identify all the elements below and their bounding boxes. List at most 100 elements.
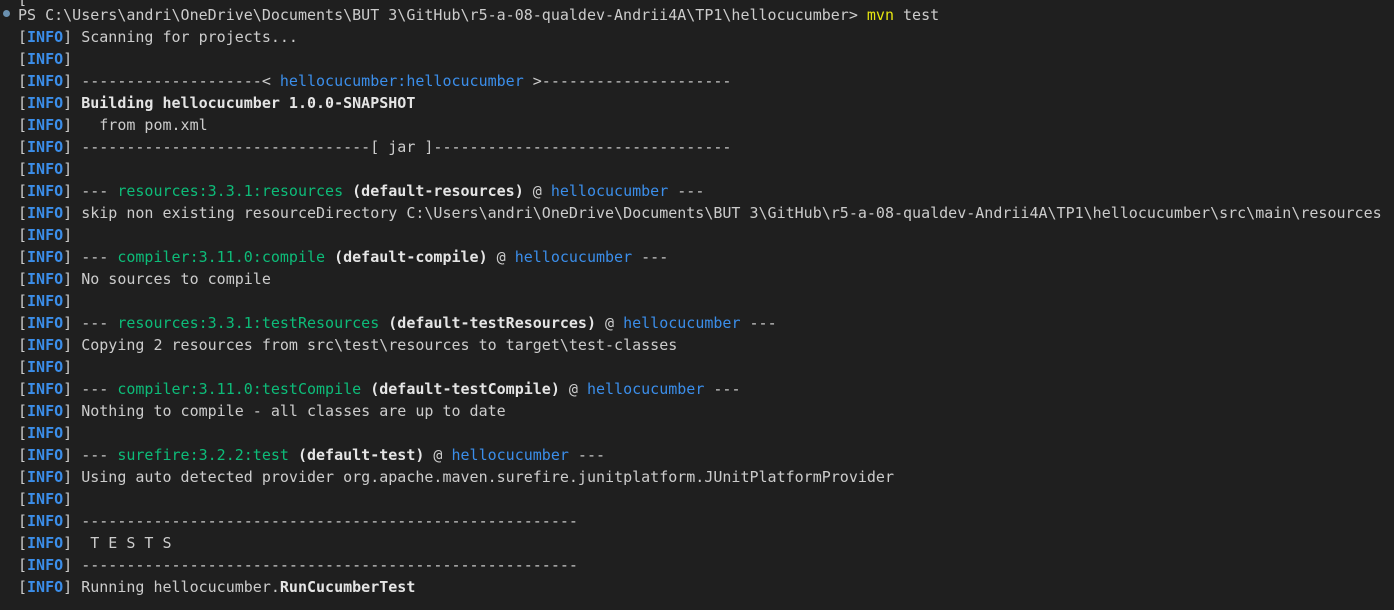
log-separator — [72, 556, 81, 574]
log-prefix-close: ] — [63, 160, 73, 178]
log-separator — [72, 270, 81, 288]
log-line: [INFO] Copying 2 resources from src\test… — [18, 334, 1382, 356]
prompt-path: PS C:\Users\andri\OneDrive\Documents\BUT… — [18, 6, 867, 24]
log-prefix-close: ] — [63, 534, 73, 552]
log-prefix-open: [ — [18, 512, 28, 530]
log-level-tag: INFO — [27, 556, 64, 574]
log-prefix-close: ] — [63, 556, 73, 574]
log-prefix-open: [ — [18, 270, 28, 288]
log-prefix-close: ] — [63, 226, 73, 244]
log-text: skip non existing resourceDirectory C:\U… — [81, 204, 1382, 222]
log-line: [INFO] — [18, 422, 1382, 444]
emphasis-text: (default-test) — [297, 446, 425, 464]
plugin-goal: resources:3.3.1:resources — [117, 182, 344, 200]
log-prefix-open: [ — [18, 446, 28, 464]
log-line: [INFO] ---------------------------------… — [18, 554, 1382, 576]
log-prefix-close: ] — [63, 424, 73, 442]
log-line: [INFO] Nothing to compile - all classes … — [18, 400, 1382, 422]
log-level-tag: INFO — [27, 182, 64, 200]
log-prefix-close: ] — [63, 94, 73, 112]
log-separator — [72, 138, 81, 156]
log-prefix-close: ] — [63, 446, 73, 464]
log-level-tag: INFO — [27, 534, 64, 552]
terminal-output: PS C:\Users\andri\OneDrive\Documents\BUT… — [18, 4, 1382, 598]
log-text: No sources to compile — [81, 270, 271, 288]
log-prefix-close: ] — [63, 72, 73, 90]
log-line: [INFO] Building hellocucumber 1.0.0-SNAP… — [18, 92, 1382, 114]
log-level-tag: INFO — [27, 138, 64, 156]
log-prefix-close: ] — [63, 578, 73, 596]
log-text: @ — [424, 446, 452, 464]
log-level-tag: INFO — [27, 270, 64, 288]
log-level-tag: INFO — [27, 336, 64, 354]
log-text: Scanning for projects... — [81, 28, 298, 46]
project-name: hellocucumber — [586, 380, 705, 398]
log-prefix-open: [ — [18, 490, 28, 508]
log-line: [INFO] from pom.xml — [18, 114, 1382, 136]
log-level-tag: INFO — [27, 578, 64, 596]
log-level-tag: INFO — [27, 402, 64, 420]
log-text: --------------------< — [81, 72, 280, 90]
log-separator — [72, 94, 81, 112]
emphasis-text: RunCucumberTest — [279, 578, 416, 596]
log-prefix-open: [ — [18, 468, 28, 486]
log-text: ----------------------------------------… — [81, 512, 578, 530]
log-separator — [72, 468, 81, 486]
log-prefix-open: [ — [18, 556, 28, 574]
command-decoration-icon[interactable] — [3, 10, 10, 17]
log-prefix-close: ] — [63, 270, 73, 288]
log-line: [INFO] --- resources:3.3.1:resources (de… — [18, 180, 1382, 202]
log-level-tag: INFO — [27, 94, 64, 112]
log-text: >--------------------- — [523, 72, 732, 90]
log-separator — [72, 578, 81, 596]
terminal-panel[interactable]: [ PS C:\Users\andri\OneDrive\Documents\B… — [0, 0, 1394, 610]
log-prefix-close: ] — [63, 314, 73, 332]
log-prefix-open: [ — [18, 94, 28, 112]
log-level-tag: INFO — [27, 50, 64, 68]
log-prefix-open: [ — [18, 116, 28, 134]
log-line: [INFO] Running hellocucumber.RunCucumber… — [18, 576, 1382, 598]
log-prefix-open: [ — [18, 578, 28, 596]
log-separator — [72, 380, 81, 398]
log-separator — [72, 182, 81, 200]
log-line: [INFO] — [18, 356, 1382, 378]
log-text: Copying 2 resources from src\test\resour… — [81, 336, 678, 354]
log-prefix-open: [ — [18, 314, 28, 332]
log-level-tag: INFO — [27, 380, 64, 398]
log-separator — [72, 446, 81, 464]
log-text: Nothing to compile - all classes are up … — [81, 402, 506, 420]
log-line: [INFO] — [18, 290, 1382, 312]
log-line: [INFO] Scanning for projects... — [18, 26, 1382, 48]
log-prefix-open: [ — [18, 248, 28, 266]
log-text: --- — [704, 380, 741, 398]
log-separator — [72, 402, 81, 420]
log-text: ----------------------------------------… — [81, 556, 578, 574]
log-text: --------------------------------[ jar ]-… — [81, 138, 732, 156]
log-prefix-open: [ — [18, 50, 28, 68]
log-level-tag: INFO — [27, 248, 64, 266]
emphasis-text: (default-resources) — [352, 182, 524, 200]
log-prefix-open: [ — [18, 402, 28, 420]
log-separator — [72, 204, 81, 222]
log-line: [INFO] --------------------------------[… — [18, 136, 1382, 158]
log-prefix-close: ] — [63, 512, 73, 530]
log-prefix-close: ] — [63, 182, 73, 200]
log-prefix-close: ] — [63, 336, 73, 354]
log-prefix-open: [ — [18, 292, 28, 310]
plugin-goal: compiler:3.11.0:testCompile — [117, 380, 362, 398]
log-separator — [72, 534, 81, 552]
log-line: [INFO] --------------------< hellocucumb… — [18, 70, 1382, 92]
log-line: [INFO] — [18, 158, 1382, 180]
log-separator — [72, 28, 81, 46]
project-name: hellocucumber — [623, 314, 741, 332]
log-prefix-close: ] — [63, 138, 73, 156]
project-name: hellocucumber — [514, 248, 633, 266]
log-separator — [72, 336, 81, 354]
log-level-tag: INFO — [27, 468, 64, 486]
log-prefix-open: [ — [18, 182, 28, 200]
log-separator — [72, 116, 81, 134]
log-text: @ — [523, 182, 551, 200]
log-line: [INFO] — [18, 488, 1382, 510]
